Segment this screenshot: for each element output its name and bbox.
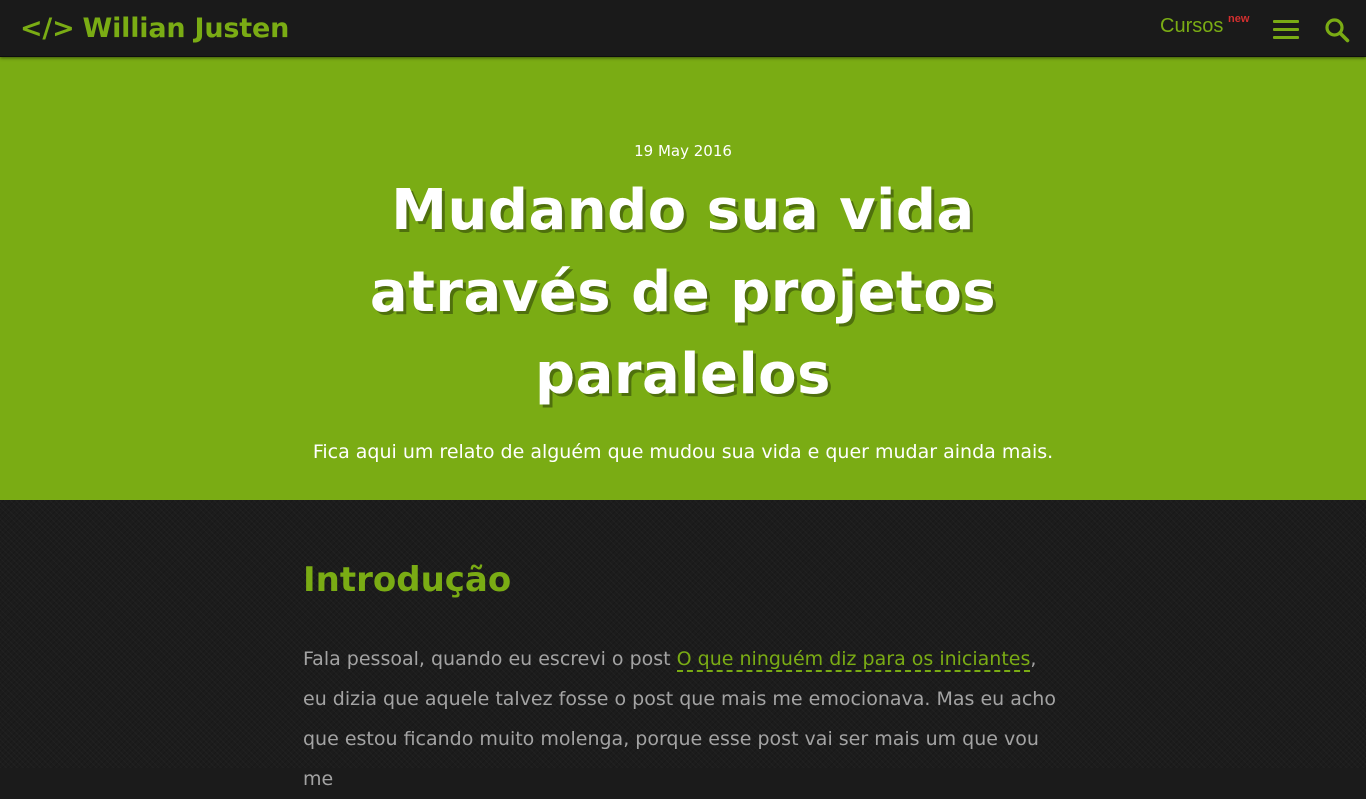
article-paragraph: Fala pessoal, quando eu escrevi o post O… [303, 639, 1063, 799]
new-badge: new [1228, 13, 1250, 25]
top-navigation-bar: </> Willian Justen Cursos new [0, 0, 1366, 57]
post-link-iniciantes[interactable]: O que ninguém diz para os iniciantes [676, 648, 1031, 672]
post-title: Mudando sua vida através de projetos par… [369, 178, 997, 407]
section-heading-introducao: Introdução [303, 560, 512, 600]
post-subtitle: Fica aqui um relato de alguém que mudou … [312, 441, 1054, 463]
site-brand-link[interactable]: </> Willian Justen [20, 13, 289, 44]
nav-cursos-label: Cursos [1160, 15, 1224, 37]
post-hero: 19 May 2016 Mudando sua vida através de … [0, 57, 1366, 500]
hamburger-menu-icon[interactable] [1273, 19, 1299, 41]
search-icon[interactable] [1324, 17, 1350, 43]
article-content: Introdução Fala pessoal, quando eu escre… [0, 500, 1366, 790]
nav-cursos-link[interactable]: Cursos new [1160, 13, 1249, 38]
paragraph-text-start: Fala pessoal, quando eu escrevi o post [303, 648, 677, 670]
brand-name: Willian Justen [82, 13, 290, 44]
code-icon: </> [20, 13, 75, 44]
post-date: 19 May 2016 [634, 142, 732, 160]
